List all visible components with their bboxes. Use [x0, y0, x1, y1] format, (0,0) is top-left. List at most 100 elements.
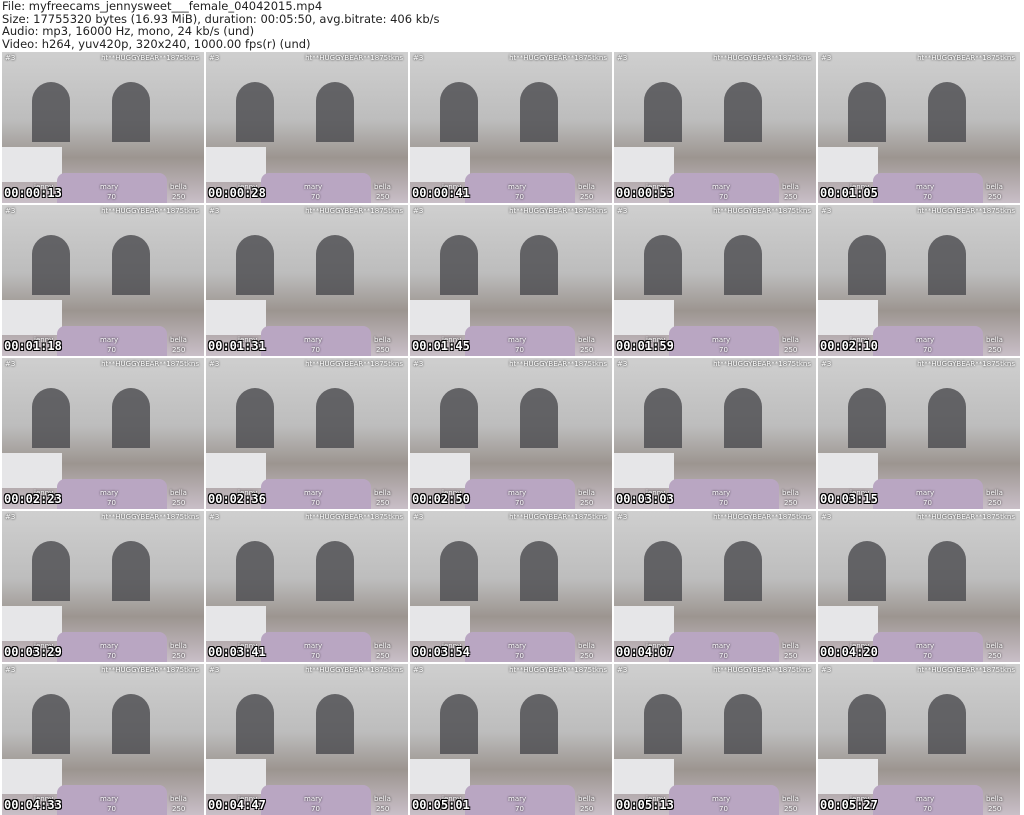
background-sofa: [410, 300, 470, 335]
video-thumbnail[interactable]: #3 ht**HUGGYBEAR**1875tkns jenny mary be…: [410, 511, 612, 662]
timestamp: 00:01:59: [616, 339, 674, 353]
video-thumbnail[interactable]: #3 ht**HUGGYBEAR**1875tkns jenny mary be…: [2, 358, 204, 509]
background-sofa: [614, 759, 674, 794]
cam-tag: #3: [209, 54, 220, 62]
video-thumbnail[interactable]: #3 ht**HUGGYBEAR**1875tkns jenny mary be…: [206, 205, 408, 356]
value-label: 250: [376, 499, 390, 507]
name-label: bella: [986, 795, 1003, 803]
value-label: 70: [923, 193, 932, 201]
name-label: bella: [170, 489, 187, 497]
video-thumbnail[interactable]: #3 ht**HUGGYBEAR**1875tkns jenny mary be…: [818, 664, 1020, 815]
video-thumbnail[interactable]: #3 ht**HUGGYBEAR**1875tkns jenny mary be…: [206, 52, 408, 203]
cam-tag: #3: [821, 513, 832, 521]
background-arch: [724, 694, 762, 754]
background-arch: [236, 694, 274, 754]
video-thumbnail[interactable]: #3 ht**HUGGYBEAR**1875tkns jenny mary be…: [206, 664, 408, 815]
background-arch: [236, 541, 274, 601]
name-label: bella: [170, 336, 187, 344]
cam-tag: #3: [413, 666, 424, 674]
background-arch: [32, 82, 70, 142]
video-thumbnail[interactable]: #3 ht**HUGGYBEAR**1875tkns jenny mary be…: [206, 511, 408, 662]
background-arch: [316, 388, 354, 448]
tip-overlay: ht**HUGGYBEAR**1875tkns: [509, 513, 607, 521]
background-arch: [112, 235, 150, 295]
background-arch: [520, 694, 558, 754]
background-arch: [236, 388, 274, 448]
value-label: 250: [172, 193, 186, 201]
value-label: 250: [376, 805, 390, 813]
background-sofa: [206, 147, 266, 182]
name-label: bella: [986, 183, 1003, 191]
cam-tag: #3: [617, 54, 628, 62]
name-label: mary: [100, 183, 119, 191]
value-label: 70: [515, 346, 524, 354]
cam-tag: #3: [821, 207, 832, 215]
value-label: 250: [580, 499, 594, 507]
name-label: bella: [374, 642, 391, 650]
name-label: bella: [578, 183, 595, 191]
value-label: 250: [376, 346, 390, 354]
value-label: 70: [719, 805, 728, 813]
timestamp: 00:03:03: [616, 492, 674, 506]
video-thumbnail[interactable]: #3 ht**HUGGYBEAR**1875tkns jenny mary be…: [410, 358, 612, 509]
background-arch: [32, 694, 70, 754]
video-thumbnail[interactable]: #3 ht**HUGGYBEAR**1875tkns jenny mary be…: [818, 511, 1020, 662]
video-thumbnail[interactable]: #3 ht**HUGGYBEAR**1875tkns jenny mary be…: [2, 511, 204, 662]
video-thumbnail[interactable]: #3 ht**HUGGYBEAR**1875tkns jenny mary be…: [614, 664, 816, 815]
cam-tag: #3: [209, 513, 220, 521]
value-label: 250: [172, 652, 186, 660]
background-arch: [644, 694, 682, 754]
video-thumbnail[interactable]: #3 ht**HUGGYBEAR**1875tkns jenny mary be…: [206, 358, 408, 509]
background-arch: [316, 694, 354, 754]
video-thumbnail[interactable]: #3 ht**HUGGYBEAR**1875tkns jenny mary be…: [614, 205, 816, 356]
value-label: 70: [107, 193, 116, 201]
timestamp: 00:05:01: [412, 798, 470, 812]
tip-overlay: ht**HUGGYBEAR**1875tkns: [305, 666, 403, 674]
video-thumbnail[interactable]: #3 ht**HUGGYBEAR**1875tkns jenny mary be…: [614, 52, 816, 203]
timestamp: 00:04:20: [820, 645, 878, 659]
value-label: 250: [988, 193, 1002, 201]
cam-tag: #3: [5, 666, 16, 674]
tip-overlay: ht**HUGGYBEAR**1875tkns: [713, 207, 811, 215]
timestamp: 00:03:54: [412, 645, 470, 659]
video-thumbnail[interactable]: #3 ht**HUGGYBEAR**1875tkns jenny mary be…: [614, 358, 816, 509]
tip-overlay: ht**HUGGYBEAR**1875tkns: [917, 207, 1015, 215]
timestamp: 00:00:53: [616, 186, 674, 200]
timestamp: 00:02:50: [412, 492, 470, 506]
name-label: mary: [916, 795, 935, 803]
background-arch: [520, 541, 558, 601]
video-thumbnail[interactable]: #3 ht**HUGGYBEAR**1875tkns jenny mary be…: [2, 664, 204, 815]
name-label: mary: [916, 336, 935, 344]
cam-tag: #3: [413, 360, 424, 368]
background-sofa: [2, 606, 62, 641]
background-sofa: [2, 759, 62, 794]
background-sofa: [206, 300, 266, 335]
tip-overlay: ht**HUGGYBEAR**1875tkns: [101, 666, 199, 674]
audio-info: Audio: mp3, 16000 Hz, mono, 24 kb/s (und…: [2, 24, 255, 38]
video-thumbnail[interactable]: #3 ht**HUGGYBEAR**1875tkns jenny mary be…: [2, 205, 204, 356]
cam-tag: #3: [821, 54, 832, 62]
video-thumbnail[interactable]: #3 ht**HUGGYBEAR**1875tkns jenny mary be…: [2, 52, 204, 203]
name-label: bella: [374, 336, 391, 344]
video-thumbnail[interactable]: #3 ht**HUGGYBEAR**1875tkns jenny mary be…: [410, 52, 612, 203]
value-label: 250: [376, 193, 390, 201]
value-label: 70: [311, 499, 320, 507]
value-label: 70: [311, 346, 320, 354]
background-sofa: [614, 147, 674, 182]
background-sofa: [2, 300, 62, 335]
video-thumbnail[interactable]: #3 ht**HUGGYBEAR**1875tkns jenny mary be…: [410, 664, 612, 815]
value-label: 70: [923, 805, 932, 813]
background-sofa: [614, 453, 674, 488]
video-thumbnail[interactable]: #3 ht**HUGGYBEAR**1875tkns jenny mary be…: [410, 205, 612, 356]
background-arch: [928, 541, 966, 601]
video-thumbnail[interactable]: #3 ht**HUGGYBEAR**1875tkns jenny mary be…: [818, 205, 1020, 356]
background-sofa: [206, 759, 266, 794]
video-thumbnail[interactable]: #3 ht**HUGGYBEAR**1875tkns jenny mary be…: [818, 52, 1020, 203]
video-thumbnail[interactable]: #3 ht**HUGGYBEAR**1875tkns jenny mary be…: [818, 358, 1020, 509]
background-arch: [644, 235, 682, 295]
video-thumbnail[interactable]: #3 ht**HUGGYBEAR**1875tkns jenny mary be…: [614, 511, 816, 662]
timestamp: 00:02:10: [820, 339, 878, 353]
value-label: 70: [719, 499, 728, 507]
background-arch: [236, 82, 274, 142]
cam-tag: #3: [5, 360, 16, 368]
